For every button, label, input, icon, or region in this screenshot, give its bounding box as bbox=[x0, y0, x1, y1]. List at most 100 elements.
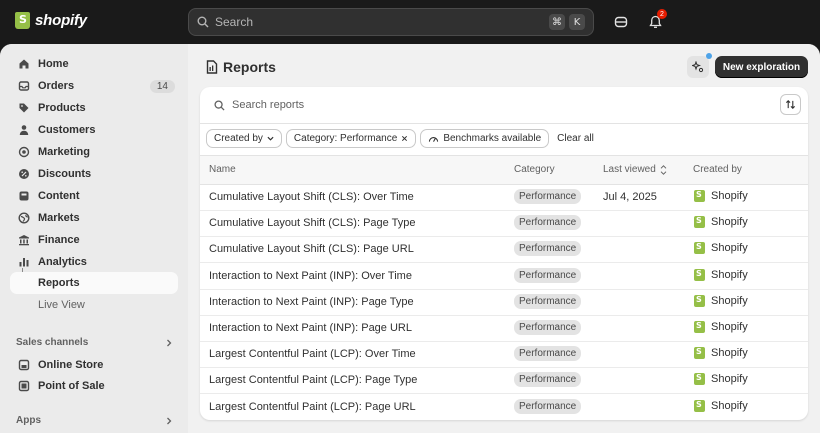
main-content: Reports New exploration Search reports C… bbox=[188, 44, 820, 433]
created-by-value: Shopify bbox=[711, 268, 748, 281]
sidebar-item-reports[interactable]: Reports bbox=[10, 272, 178, 294]
chart-icon bbox=[17, 256, 30, 269]
created-by-cell: Shopify bbox=[694, 268, 748, 281]
bank-icon bbox=[17, 234, 30, 247]
created-by-cell: Shopify bbox=[694, 242, 748, 255]
report-name[interactable]: Interaction to Next Paint (INP): Page UR… bbox=[209, 322, 412, 334]
category-filter[interactable]: Category: Performance bbox=[285, 129, 417, 148]
table-row[interactable]: Interaction to Next Paint (INP): Over Ti… bbox=[200, 264, 808, 290]
table-row[interactable]: Cumulative Layout Shift (CLS): Page URL P… bbox=[200, 237, 808, 264]
created-by-cell: Shopify bbox=[694, 399, 748, 412]
shopify-bag-icon bbox=[694, 216, 705, 229]
column-header-created-by[interactable]: Created by bbox=[693, 164, 742, 175]
created-by-cell: Shopify bbox=[694, 190, 748, 202]
shopify-bag-icon bbox=[694, 294, 705, 307]
chevron-right-icon[interactable] bbox=[165, 417, 173, 425]
sidebar-item-customers[interactable]: Customers bbox=[10, 119, 178, 141]
category-badge: Performance bbox=[514, 398, 582, 414]
sidebar-item-markets[interactable]: Markets bbox=[10, 207, 178, 229]
table-row[interactable]: Largest Contentful Paint (LCP): Page Typ… bbox=[200, 368, 808, 395]
global-search-input[interactable]: Search ⌘ K bbox=[188, 8, 594, 36]
top-bar: shopify Search ⌘ K 2 bbox=[0, 0, 820, 44]
store-switcher-icon[interactable] bbox=[612, 13, 630, 31]
sidebar-item-label: Content bbox=[38, 190, 80, 202]
command-key: ⌘ bbox=[549, 14, 565, 30]
created-by-filter[interactable]: Created by bbox=[206, 129, 282, 148]
category-badge: Performance bbox=[514, 189, 582, 204]
bell-icon[interactable]: 2 bbox=[646, 9, 667, 31]
new-exploration-button[interactable]: New exploration bbox=[715, 56, 808, 78]
sort-arrows-icon bbox=[785, 100, 796, 109]
report-name[interactable]: Cumulative Layout Shift (CLS): Page Type bbox=[209, 217, 415, 229]
column-header-name[interactable]: Name bbox=[209, 164, 236, 175]
sidebar-item-finance[interactable]: Finance bbox=[10, 229, 178, 251]
notification-badge: 2 bbox=[657, 9, 667, 19]
shopify-logo[interactable]: shopify bbox=[15, 12, 87, 29]
home-icon bbox=[17, 58, 30, 71]
sidebar-item-analytics[interactable]: Analytics bbox=[10, 251, 178, 273]
sidekick-button[interactable] bbox=[687, 53, 712, 78]
reports-card: Search reports Created by Category: Perf… bbox=[200, 87, 808, 420]
sidebar-item-label: Live View bbox=[38, 299, 85, 311]
logo-text: shopify bbox=[35, 12, 87, 29]
sidebar-item-discounts[interactable]: Discounts bbox=[10, 163, 178, 185]
report-name[interactable]: Cumulative Layout Shift (CLS): Over Time bbox=[209, 191, 414, 203]
sidebar-item-online-store[interactable]: Online Store bbox=[10, 354, 178, 376]
shopify-bag-icon bbox=[694, 268, 705, 281]
report-name[interactable]: Interaction to Next Paint (INP): Over Ti… bbox=[209, 270, 412, 282]
last-viewed-value: Jul 4, 2025 bbox=[603, 191, 657, 203]
sidebar-item-home[interactable]: Home bbox=[10, 53, 178, 75]
created-by-value: Shopify bbox=[711, 373, 748, 386]
gauge-icon bbox=[429, 137, 439, 142]
category-badge: Performance bbox=[514, 267, 582, 283]
sort-icon bbox=[660, 164, 667, 175]
table-row[interactable]: Largest Contentful Paint (LCP): Over Tim… bbox=[200, 342, 808, 369]
filter-label: Benchmarks available bbox=[443, 133, 542, 144]
sales-channels-heading[interactable]: Sales channels bbox=[16, 337, 88, 348]
apps-heading[interactable]: Apps bbox=[16, 415, 41, 426]
sidebar-item-label: Products bbox=[38, 102, 86, 114]
sidebar-item-point-of-sale[interactable]: Point of Sale bbox=[10, 375, 178, 397]
filter-label: Category: Performance bbox=[293, 133, 398, 144]
column-header-category[interactable]: Category bbox=[514, 164, 555, 175]
table-row[interactable]: Cumulative Layout Shift (CLS): Page Type… bbox=[200, 211, 808, 238]
table-row[interactable]: Interaction to Next Paint (INP): Page UR… bbox=[200, 316, 808, 342]
table-row[interactable]: Cumulative Layout Shift (CLS): Over Time… bbox=[200, 185, 808, 211]
table-row[interactable]: Largest Contentful Paint (LCP): Page URL… bbox=[200, 395, 808, 420]
sidebar-item-label: Markets bbox=[38, 212, 80, 224]
category-badge: Performance bbox=[514, 320, 582, 335]
column-header-last-viewed[interactable]: Last viewed bbox=[603, 164, 667, 175]
close-icon[interactable] bbox=[401, 135, 408, 142]
benchmarks-filter[interactable]: Benchmarks available bbox=[420, 129, 550, 148]
table-header: Name Category Last viewed Created by bbox=[200, 155, 808, 185]
category-badge: Performance bbox=[514, 293, 582, 309]
sidebar-item-label: Online Store bbox=[38, 359, 104, 371]
sidebar-item-live-view[interactable]: Live View bbox=[10, 294, 178, 316]
sidebar-item-label: Home bbox=[38, 58, 69, 70]
report-name[interactable]: Interaction to Next Paint (INP): Page Ty… bbox=[209, 296, 414, 308]
report-name[interactable]: Largest Contentful Paint (LCP): Page Typ… bbox=[209, 374, 417, 386]
reports-search-input[interactable]: Search reports bbox=[214, 99, 304, 111]
sidebar-item-label: Reports bbox=[38, 277, 80, 289]
created-by-value: Shopify bbox=[711, 399, 748, 412]
table-row[interactable]: Interaction to Next Paint (INP): Page Ty… bbox=[200, 290, 808, 316]
report-name[interactable]: Largest Contentful Paint (LCP): Over Tim… bbox=[209, 348, 416, 360]
shopify-bag-icon bbox=[694, 373, 705, 386]
created-by-value: Shopify bbox=[711, 216, 748, 229]
inbox-icon bbox=[17, 80, 30, 93]
created-by-value: Shopify bbox=[711, 190, 748, 202]
report-name[interactable]: Cumulative Layout Shift (CLS): Page URL bbox=[209, 243, 414, 255]
shopify-bag-icon bbox=[694, 242, 705, 255]
sidebar-item-products[interactable]: Products bbox=[10, 97, 178, 119]
sort-button[interactable] bbox=[780, 94, 801, 115]
reports-search-placeholder: Search reports bbox=[232, 99, 305, 111]
filter-label: Created by bbox=[214, 133, 263, 144]
report-name[interactable]: Largest Contentful Paint (LCP): Page URL bbox=[209, 401, 416, 413]
sidebar-item-label: Point of Sale bbox=[38, 380, 105, 392]
sidebar-item-marketing[interactable]: Marketing bbox=[10, 141, 178, 163]
sidebar-item-content[interactable]: Content bbox=[10, 185, 178, 207]
sidekick-indicator bbox=[706, 53, 712, 59]
chevron-right-icon[interactable] bbox=[165, 339, 173, 347]
sidebar-item-orders[interactable]: Orders 14 bbox=[10, 75, 178, 97]
clear-all-button[interactable]: Clear all bbox=[553, 129, 598, 148]
